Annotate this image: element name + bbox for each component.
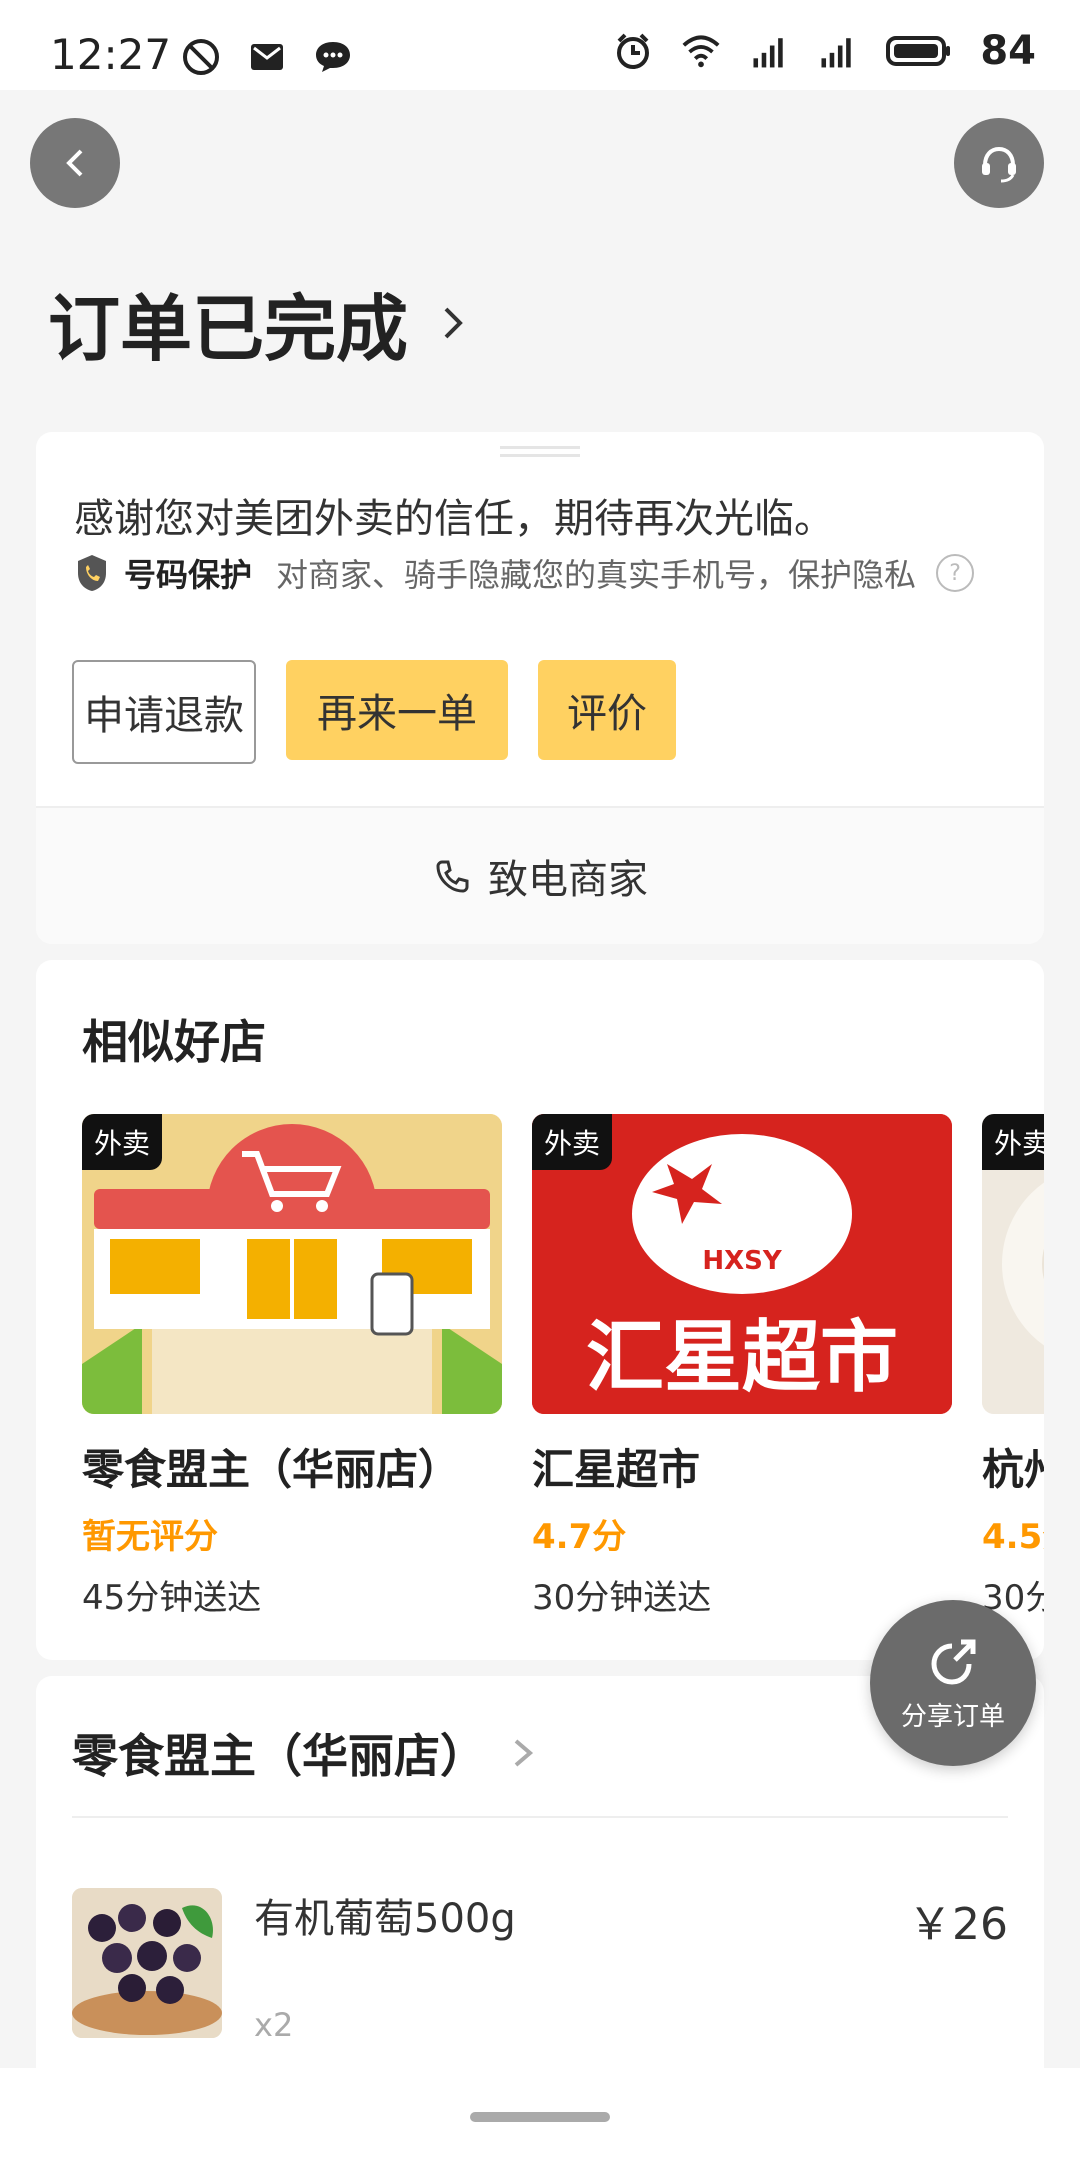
store-image: 外卖 bbox=[982, 1114, 1044, 1414]
alarm-icon bbox=[612, 30, 654, 72]
status-left-icons bbox=[180, 36, 354, 78]
phone-icon bbox=[436, 860, 469, 893]
store-rating: 4.5分 bbox=[982, 1517, 1044, 1557]
back-button[interactable] bbox=[30, 118, 120, 208]
review-button[interactable]: 评价 bbox=[538, 660, 676, 760]
order-status-title-row[interactable]: 订单已完成 bbox=[48, 270, 474, 375]
help-icon[interactable]: ? bbox=[936, 554, 975, 592]
customer-service-button[interactable] bbox=[954, 118, 1044, 208]
similar-stores-card: 相似好店 外卖 零食盟主（华丽店） 暂无评分 45分钟送达 HXSY 汇星超市 … bbox=[36, 960, 1044, 1660]
chevron-right-icon bbox=[514, 1739, 534, 1767]
page-title: 订单已完成 bbox=[48, 287, 409, 371]
thanks-message: 感谢您对美团外卖的信任，期待再次光临。 bbox=[74, 496, 834, 542]
store-card[interactable]: 外卖 杭州 4.5分 30分钟送达 bbox=[982, 1114, 1044, 1619]
action-buttons: 申请退款 再来一单 评价 bbox=[72, 660, 676, 764]
store-rating: 4.7分 bbox=[532, 1517, 627, 1557]
privacy-protection-row: 号码保护 对商家、骑手隐藏您的真实手机号，保护隐私 ? bbox=[74, 550, 975, 596]
refund-button[interactable]: 申请退款 bbox=[72, 660, 256, 764]
share-order-button[interactable]: 分享订单 bbox=[870, 1600, 1036, 1766]
share-icon bbox=[931, 1639, 976, 1685]
delivery-tag: 外卖 bbox=[982, 1114, 1044, 1170]
hxsy-logo-text: HXSY bbox=[702, 1246, 783, 1276]
order-completion-card: 感谢您对美团外卖的信任，期待再次光临。 号码保护 对商家、骑手隐藏您的真实手机号… bbox=[36, 432, 1044, 944]
store-image: 外卖 bbox=[82, 1114, 502, 1414]
headset-icon bbox=[982, 146, 1016, 183]
similar-stores-list: 外卖 零食盟主（华丽店） 暂无评分 45分钟送达 HXSY 汇星超市 外卖 汇星… bbox=[82, 1114, 1044, 1619]
store-name: 零食盟主（华丽店） bbox=[82, 1445, 461, 1494]
share-order-label: 分享订单 bbox=[900, 1701, 1005, 1732]
status-time: 12:27 bbox=[50, 30, 172, 79]
hxsy-banner-text: 汇星超市 bbox=[586, 1313, 898, 1403]
order-store-name: 零食盟主（华丽店） bbox=[72, 1729, 486, 1783]
grape-photo bbox=[72, 1888, 222, 2038]
reorder-button[interactable]: 再来一单 bbox=[286, 660, 508, 760]
order-store-link[interactable]: 零食盟主（华丽店） bbox=[72, 1720, 538, 1786]
chevron-left-icon bbox=[66, 149, 83, 177]
shield-phone-icon bbox=[78, 555, 106, 591]
drag-handle[interactable] bbox=[500, 446, 580, 457]
item-thumbnail[interactable] bbox=[72, 1888, 222, 2038]
status-bar: 12:27 84 bbox=[0, 0, 1080, 90]
store-name: 汇星超市 bbox=[532, 1445, 701, 1494]
mail-icon bbox=[246, 36, 288, 78]
chevron-right-icon bbox=[444, 307, 463, 338]
store-delivery-time: 45分钟送达 bbox=[82, 1578, 262, 1618]
call-merchant-button[interactable]: 致电商家 bbox=[36, 808, 1044, 944]
store-card[interactable]: HXSY 汇星超市 外卖 汇星超市 4.7分 30分钟送达 bbox=[532, 1114, 952, 1619]
wifi-icon bbox=[680, 30, 722, 72]
message-icon bbox=[312, 36, 354, 78]
do-not-disturb-icon bbox=[180, 36, 222, 78]
status-right-icons: 84 bbox=[612, 28, 1036, 74]
system-navigation-bar bbox=[0, 2068, 1080, 2160]
delivery-tag: 外卖 bbox=[532, 1114, 613, 1170]
battery-icon bbox=[884, 30, 954, 72]
store-name: 杭州 bbox=[982, 1445, 1044, 1494]
divider bbox=[72, 1816, 1008, 1818]
similar-stores-title: 相似好店 bbox=[82, 1015, 266, 1069]
privacy-title: 号码保护 bbox=[124, 556, 253, 594]
privacy-description: 对商家、骑手隐藏您的真实手机号，保护隐私 bbox=[276, 556, 917, 594]
signal-4g-plus-icon bbox=[816, 30, 858, 72]
store-delivery-time: 30分钟送达 bbox=[532, 1578, 712, 1618]
home-indicator[interactable] bbox=[470, 2112, 610, 2122]
delivery-tag: 外卖 bbox=[82, 1114, 163, 1170]
store-rating: 暂无评分 bbox=[82, 1517, 218, 1557]
item-name: 有机葡萄500g bbox=[254, 1896, 516, 1942]
store-card[interactable]: 外卖 零食盟主（华丽店） 暂无评分 45分钟送达 bbox=[82, 1114, 502, 1619]
call-merchant-label: 致电商家 bbox=[488, 857, 648, 903]
item-quantity: x2 bbox=[254, 2006, 294, 2044]
battery-percentage: 84 bbox=[980, 28, 1036, 74]
store-image: HXSY 汇星超市 外卖 bbox=[532, 1114, 952, 1414]
signal-4g-icon bbox=[748, 30, 790, 72]
item-price: ￥26 bbox=[908, 1899, 1008, 1950]
